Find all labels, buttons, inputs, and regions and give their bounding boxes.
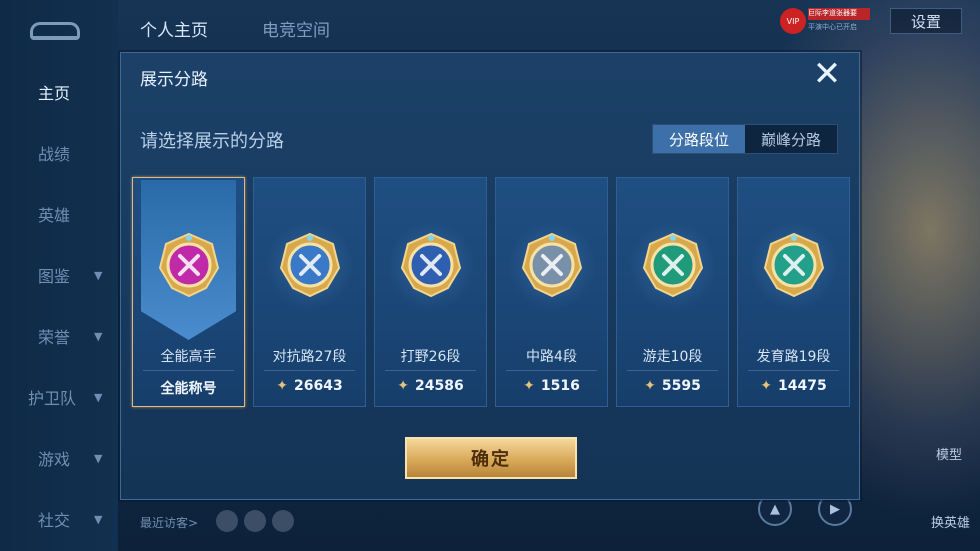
change-hero-button[interactable]: 换英雄 [931,512,970,531]
lane-score: ✦ 24586 [375,378,486,394]
sidebar-item-label: 游戏 [38,450,71,469]
all-round-emblem [158,232,219,298]
visitor-avatar[interactable] [216,510,238,532]
tab-lane-rank[interactable]: 分路段位 [653,125,745,153]
rank-points-icon: ✦ [644,378,656,394]
tab-esports[interactable]: 电竞空间 [262,16,330,41]
sidebar-item-record[interactable]: 战绩 [0,133,118,173]
vip-badge: 巨际李道张器要 [808,8,870,20]
visitor-avatar[interactable] [272,510,294,532]
roam-emblem [642,232,703,298]
lane-mode-toggle: 分路段位 巅峰分路 [652,124,838,154]
lane-score-value: 全能称号 [160,381,217,397]
back-logo-icon[interactable] [30,22,80,40]
chevron-down-icon: ▼ [94,329,103,343]
divider [506,370,597,371]
lane-score-value: 5595 [661,378,701,394]
recent-visitors-link[interactable]: 最近访客> [140,514,198,531]
divider [627,370,718,371]
lane-card-list: 全能高手 全能称号 对抗路27段 ✦ 26643 打野26段 ✦ 24586 中路4段 ✦ 1516… [132,177,850,407]
settings-button[interactable]: 设置 [890,8,962,34]
lane-score-value: 26643 [294,378,343,394]
vip-subtext: 平演中心已开启 [808,23,857,31]
sidebar-item-home[interactable]: 主页 [0,72,118,112]
dialog-title: 展示分路 [140,70,208,90]
vip-icon[interactable]: VIP [780,8,806,34]
lane-card[interactable]: 全能高手 全能称号 [132,177,245,407]
sidebar-item-label: 战绩 [38,145,71,164]
lane-score-value: 1516 [540,378,580,394]
sidebar-item-catalog[interactable]: 图鉴 ▼ [0,255,118,295]
rank-points-icon: ✦ [523,378,535,394]
lane-card[interactable]: 游走10段 ✦ 5595 [616,177,729,407]
farm-lane-emblem [763,232,824,298]
rank-points-icon: ✦ [397,378,409,394]
sidebar-item-label: 主页 [38,84,71,103]
sidebar-item-honor[interactable]: 荣誉 ▼ [0,316,118,356]
lane-label: 发育路19段 [756,349,831,365]
tab-peak-lane[interactable]: 巅峰分路 [745,125,837,153]
divider [143,370,234,371]
lane-card[interactable]: 中路4段 ✦ 1516 [495,177,608,407]
lane-label: 中路4段 [526,349,577,365]
sidebar-item-label: 英雄 [38,206,71,225]
confirm-button[interactable]: 确定 [405,437,577,479]
lane-score: ✦ 26643 [254,378,365,394]
rank-points-icon: ✦ [276,378,288,394]
sidebar-item-guard[interactable]: 护卫队 ▼ [0,377,118,417]
sidebar: 主页 战绩 英雄 图鉴 ▼ 荣誉 ▼ 护卫队 ▼ 游戏 ▼ 社交 ▼ [0,0,118,551]
model-button[interactable]: 模型 [936,444,962,463]
lane-label: 对抗路27段 [272,349,347,365]
dialog-subtitle: 请选择展示的分路 [140,131,284,152]
sidebar-item-social[interactable]: 社交 ▼ [0,499,118,539]
lane-label: 游走10段 [642,349,703,365]
sidebar-item-games[interactable]: 游戏 ▼ [0,438,118,478]
close-icon[interactable]: ✕ [809,57,845,93]
sidebar-item-label: 荣誉 [38,328,71,347]
lane-card[interactable]: 发育路19段 ✦ 14475 [737,177,850,407]
chevron-down-icon: ▼ [94,451,103,465]
sidebar-item-heroes[interactable]: 英雄 [0,194,118,234]
lane-card[interactable]: 打野26段 ✦ 24586 [374,177,487,407]
divider [264,370,355,371]
chevron-down-icon: ▼ [94,268,103,282]
lane-score: ✦ 14475 [738,378,849,394]
lane-label: 打野26段 [400,349,461,365]
lane-score-value: 14475 [778,378,827,394]
clash-lane-emblem [279,232,340,298]
rank-points-icon: ✦ [760,378,772,394]
sidebar-item-label: 护卫队 [28,389,77,408]
tab-profile[interactable]: 个人主页 [140,16,208,41]
divider [748,370,839,371]
lane-score-value: 24586 [415,378,464,394]
sidebar-item-label: 图鉴 [38,267,71,286]
lane-display-dialog: 展示分路 ✕ 请选择展示的分路 分路段位 巅峰分路 全能高手 全能称号 对抗路27段… [120,52,860,500]
sidebar-item-label: 社交 [38,511,71,530]
jungle-emblem [400,232,461,298]
mid-lane-emblem [521,232,582,298]
chevron-down-icon: ▼ [94,390,103,404]
visitor-avatar[interactable] [244,510,266,532]
chevron-down-icon: ▼ [94,512,103,526]
lane-score: ✦ 5595 [617,378,728,394]
lane-score: 全能称号 [133,378,244,398]
lane-label: 全能高手 [160,349,217,365]
divider [385,370,476,371]
lane-card[interactable]: 对抗路27段 ✦ 26643 [253,177,366,407]
lane-score: ✦ 1516 [496,378,607,394]
